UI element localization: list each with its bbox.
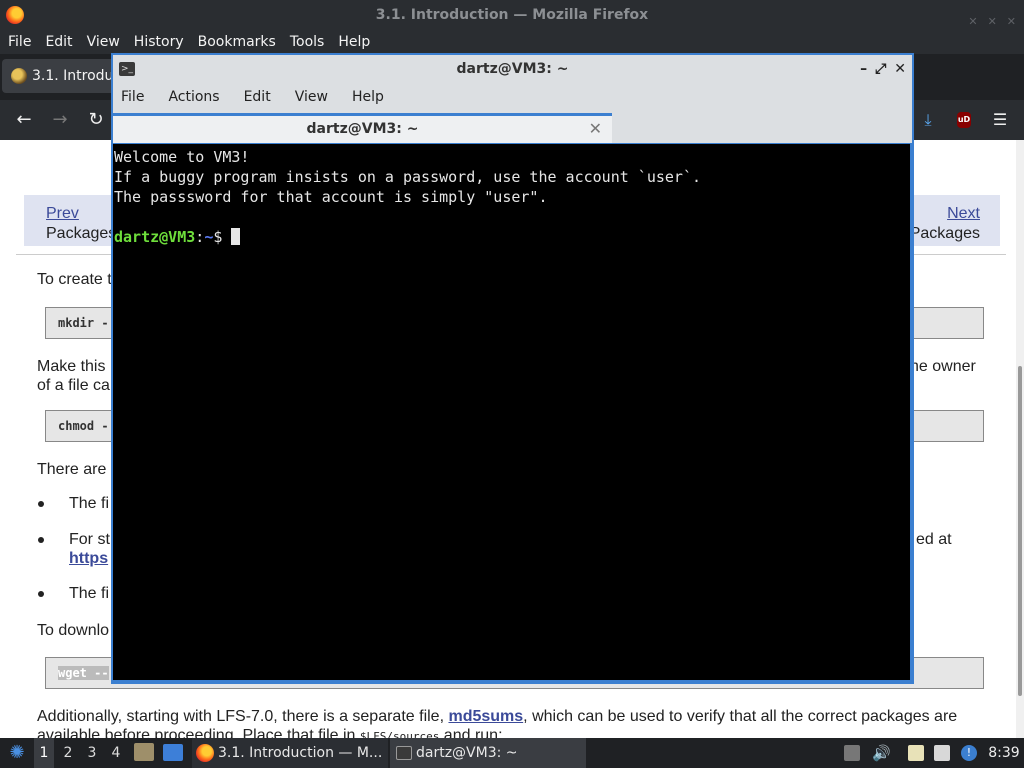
prompt-user: dartz@VM3 [114,228,196,246]
terminal-menu-view[interactable]: View [295,89,328,105]
show-desktop-icon[interactable] [163,744,183,761]
forward-icon[interactable]: → [48,108,72,132]
window-title: 3.1. Introduction — Mozilla Firefox [375,7,649,23]
terminal-tabbar: dartz@VM3: ~ ✕ [113,111,912,143]
terminal-window: >_ dartz@VM3: ~ – ⤢ ✕ File Actions Edit … [111,53,914,684]
menu-edit[interactable]: Edit [41,34,76,50]
reload-icon[interactable]: ↻ [84,108,108,132]
terminal-menu-help[interactable]: Help [352,89,384,105]
bullet-item-3: The fi [69,585,110,602]
paragraph-additionally: Additionally, starting with LFS-7.0, the… [37,708,958,725]
terminal-menu-edit[interactable]: Edit [244,89,271,105]
paragraph-make: Make this [37,358,106,375]
terminal-tab-title: dartz@VM3: ~ [306,121,419,137]
menu-bookmarks[interactable]: Bookmarks [194,34,280,50]
ublock-icon[interactable]: uD [957,112,971,128]
taskbar-task-label: dartz@VM3: ~ [416,745,518,761]
terminal-maximize-icon[interactable]: ⤢ [875,55,886,83]
volume-icon[interactable]: 🔊 [872,745,891,761]
file-manager-icon[interactable] [134,743,154,761]
page-scrollbar[interactable] [1016,140,1024,738]
workspace-3[interactable]: 3 [82,738,102,768]
clock[interactable]: 8:39 [987,738,1021,768]
workspace-2[interactable]: 2 [58,738,78,768]
prev-link[interactable]: Prev [46,205,79,223]
terminal-title: dartz@VM3: ~ [456,61,569,77]
taskbar-terminal-task[interactable]: dartz@VM3: ~ [390,738,586,768]
paragraph-make-tail: he owner [910,358,976,375]
menu-file[interactable]: File [4,34,35,50]
prompt-separator: : [195,228,205,246]
next-title: Packages [909,225,980,242]
terminal-app-icon: >_ [119,62,135,76]
firefox-menubar: File Edit View History Bookmarks Tools H… [0,30,1024,54]
paragraph-owner: of a file ca [37,377,110,394]
bullet-item-2: For st [69,531,110,548]
taskbar: ✺ 1 2 3 4 3.1. Introduction — M... dartz… [0,738,1024,768]
workspace-1[interactable]: 1 [34,738,54,768]
terminal-close-icon[interactable]: ✕ [894,55,906,83]
back-icon[interactable]: ← [12,108,36,132]
notification-icon[interactable]: ! [961,745,977,761]
md5sums-link[interactable]: md5sums [448,708,523,725]
terminal-task-icon [396,746,412,760]
paragraph-download: To downlo [37,622,110,639]
downloads-icon[interactable]: ⤓ [916,108,940,132]
updates-icon[interactable] [844,745,860,761]
scrollbar-thumb[interactable] [1018,366,1022,696]
next-link[interactable]: Next [947,205,980,223]
menu-help[interactable]: Help [334,34,374,50]
bullet-item-1: The fi [69,495,110,512]
terminal-line: Welcome to VM3! [114,148,250,166]
notes-icon[interactable] [934,745,950,761]
terminal-menu-file[interactable]: File [121,89,144,105]
tab-close-icon[interactable]: ✕ [589,116,602,142]
menu-view[interactable]: View [83,34,124,50]
terminal-menu-actions[interactable]: Actions [168,89,219,105]
terminal-menubar: File Actions Edit View Help [113,83,912,111]
terminal-cursor [231,228,241,245]
bullet-dot [38,537,44,543]
bullet-item-2-link[interactable]: https [69,549,108,568]
terminal-output[interactable]: Welcome to VM3! If a buggy program insist… [113,144,910,680]
terminal-tab[interactable]: dartz@VM3: ~ ✕ [113,113,612,143]
hamburger-menu-icon[interactable]: ☰ [988,108,1012,132]
firefox-logo-icon [6,6,24,24]
taskbar-firefox-task[interactable]: 3.1. Introduction — M... [192,738,388,768]
terminal-line: The passsword for that account is simply… [114,188,548,206]
bullet-dot [38,591,44,597]
firefox-task-icon [196,744,214,762]
paragraph-available: available before proceeding. Place that … [37,727,503,738]
paragraph-there-are: There are [37,461,107,478]
prev-title: Packages [46,225,117,242]
terminal-prompt: dartz@VM3:~$ [114,227,910,247]
terminal-minimize-icon[interactable]: – [860,55,867,83]
prompt-symbol: $ [213,228,232,246]
menu-tools[interactable]: Tools [286,34,329,50]
menu-history[interactable]: History [130,34,188,50]
bullet-item-2-tail: ed at [916,531,952,548]
lfs-favicon-icon [11,68,27,84]
bullet-dot [38,501,44,507]
start-menu-icon[interactable]: ✺ [4,738,30,768]
terminal-line: If a buggy program insists on a password… [114,168,701,186]
firefox-titlebar[interactable]: 3.1. Introduction — Mozilla Firefox ✕ ✕ … [0,0,1024,30]
clipboard-icon[interactable] [908,745,924,761]
prompt-path: ~ [204,228,214,246]
workspace-4[interactable]: 4 [106,738,126,768]
paragraph-create: To create t [37,271,112,288]
browser-tab-title: 3.1. Introdu [32,68,114,84]
taskbar-task-label: 3.1. Introduction — M... [218,745,383,761]
terminal-titlebar[interactable]: >_ dartz@VM3: ~ – ⤢ ✕ [113,55,912,83]
